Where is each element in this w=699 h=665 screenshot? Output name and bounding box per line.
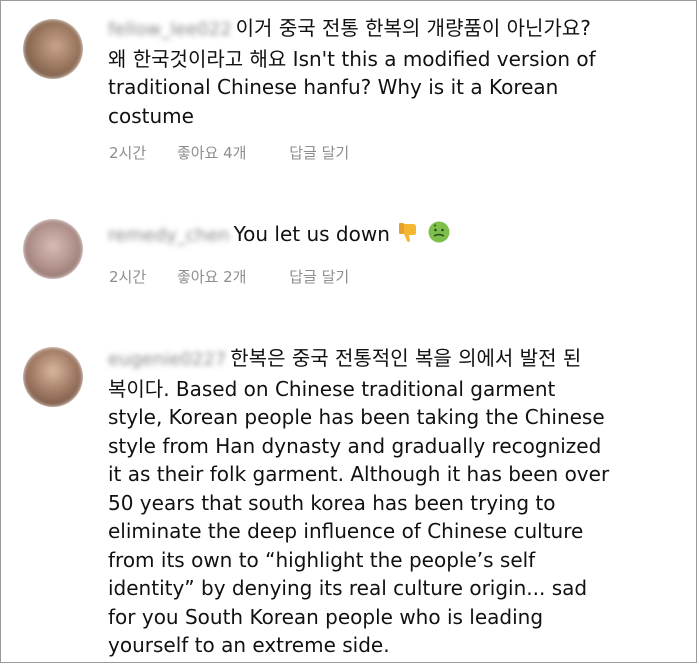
comment-text: fellow_lee022 이거 중국 전통 한복의 개량품이 아닌가요? 왜 한… xyxy=(108,16,596,128)
username[interactable]: eugenie0227 xyxy=(108,346,226,375)
likes-count[interactable]: 좋아요 4개 xyxy=(177,142,247,163)
timestamp: 2시간 xyxy=(109,144,147,162)
username[interactable]: remedy_chen xyxy=(108,222,230,251)
likes-count[interactable]: 좋아요 2개 xyxy=(177,266,247,287)
comment-meta: 2시간 좋아요 2개 답글 달기 xyxy=(109,266,349,287)
avatar[interactable] xyxy=(23,219,83,279)
avatar[interactable] xyxy=(23,19,83,79)
timestamp: 2시간 xyxy=(109,268,147,286)
reply-button[interactable]: 답글 달기 xyxy=(289,266,349,287)
nauseated-face-icon xyxy=(427,220,451,252)
comment-meta: 2시간 좋아요 4개 답글 달기 xyxy=(109,142,349,163)
username[interactable]: fellow_lee022 xyxy=(108,16,232,45)
comment-text: remedy_chen You let us down xyxy=(108,220,451,252)
comment-text: eugenie0227 한복은 중국 전통적인 복을 의에서 발전 된 복이다. … xyxy=(108,346,610,657)
reply-button[interactable]: 답글 달기 xyxy=(289,142,349,163)
comments-panel: fellow_lee022 이거 중국 전통 한복의 개량품이 아닌가요? 왜 한… xyxy=(0,0,697,663)
avatar[interactable] xyxy=(23,347,83,407)
thumbs-down-icon xyxy=(396,220,420,252)
